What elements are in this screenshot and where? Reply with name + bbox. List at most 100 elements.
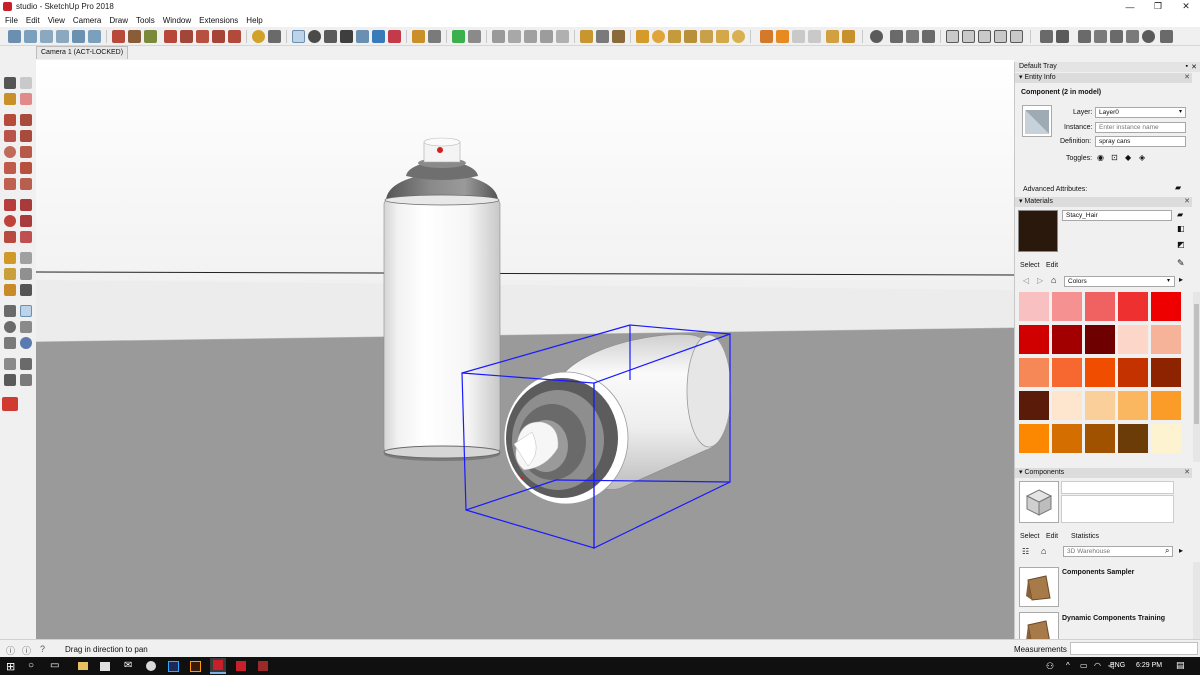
color-swatch[interactable] [1118, 292, 1148, 321]
look-around-icon[interactable] [20, 358, 32, 370]
color-swatch[interactable] [1118, 325, 1148, 354]
walk-icon[interactable] [4, 374, 16, 386]
iso-view-icon[interactable] [8, 30, 21, 43]
monochrome-style-icon[interactable] [388, 30, 401, 43]
components-sampler-thumbnail[interactable] [1019, 567, 1059, 607]
color-swatch[interactable] [1085, 391, 1115, 420]
photoshop-icon[interactable] [168, 661, 179, 672]
tape-measure-icon[interactable] [4, 252, 16, 264]
default-material-icon[interactable]: ◧ [1177, 224, 1185, 233]
maximize-button[interactable]: ❐ [1144, 0, 1172, 13]
component-name-field[interactable] [1061, 481, 1174, 494]
pan-hand-icon[interactable] [20, 305, 32, 317]
back-view-icon[interactable] [72, 30, 85, 43]
materials-scrollbar[interactable] [1193, 292, 1200, 462]
color-swatch[interactable] [1052, 424, 1082, 453]
cast-shadow-icon[interactable]: ◆ [1125, 153, 1131, 162]
color-swatch[interactable] [1085, 292, 1115, 321]
zoom-window-icon[interactable] [20, 321, 32, 333]
layout-icon[interactable] [1010, 30, 1023, 43]
menu-tools[interactable]: Tools [136, 16, 155, 25]
info-icon[interactable]: ⓘ [6, 644, 15, 657]
color-swatch[interactable] [1085, 325, 1115, 354]
make-component-icon[interactable] [20, 77, 32, 89]
tape-measure-icon[interactable] [636, 30, 649, 43]
sandbox-tool-icon[interactable] [428, 30, 441, 43]
sandbox-tool-icon[interactable] [412, 30, 425, 43]
create-material-icon[interactable]: ▰ [1177, 210, 1183, 219]
warehouse-search-input[interactable]: 3D Warehouse [1063, 546, 1173, 557]
axes-icon[interactable] [4, 284, 16, 296]
3pt-arc-icon[interactable] [4, 178, 16, 190]
layout-icon[interactable] [962, 30, 975, 43]
search-icon[interactable]: ○ [28, 660, 34, 671]
people-icon[interactable]: ⚇ [1046, 661, 1054, 672]
solid-tool-icon[interactable] [212, 30, 225, 43]
dimension-icon[interactable] [668, 30, 681, 43]
notifications-icon[interactable]: ▤ [1176, 660, 1185, 671]
menu-edit[interactable]: Edit [26, 16, 40, 25]
outliner-icon[interactable] [1040, 30, 1053, 43]
sandbox-tool-icon[interactable] [524, 30, 537, 43]
section-plane-icon[interactable] [20, 374, 32, 386]
hidden-line-style-icon[interactable] [340, 30, 353, 43]
solid-tool-icon[interactable] [164, 30, 177, 43]
textured-style-icon[interactable] [372, 30, 385, 43]
color-swatch[interactable] [1085, 358, 1115, 387]
menu-file[interactable]: File [5, 16, 18, 25]
materials-tab-edit[interactable]: Edit [1046, 262, 1058, 269]
component-preview[interactable] [1019, 481, 1059, 523]
forward-arrow-icon[interactable]: ▷ [1037, 276, 1043, 285]
cube-view-icon[interactable] [1160, 30, 1173, 43]
sandbox-tool-icon[interactable] [508, 30, 521, 43]
position-camera-icon[interactable] [4, 358, 16, 370]
menu-view[interactable]: View [48, 16, 65, 25]
tray-close-icon[interactable]: ✕ [1191, 63, 1197, 71]
scene-tab-camera-1[interactable]: Camera 1 (ACT-LOCKED) [36, 46, 129, 59]
2pt-arc-icon[interactable] [20, 162, 32, 174]
advanced-attributes-icon[interactable]: ▰ [1175, 183, 1181, 192]
layout-app-icon[interactable] [236, 661, 246, 671]
instance-input[interactable]: Enter instance name [1095, 122, 1186, 133]
back-edges-style-icon[interactable] [308, 30, 321, 43]
solid-tool-icon[interactable] [228, 30, 241, 43]
arc-icon[interactable] [4, 162, 16, 174]
warehouse-icon[interactable] [468, 30, 481, 43]
orbit-icon[interactable] [4, 305, 16, 317]
sandbox-tool-icon[interactable] [556, 30, 569, 43]
scrollbar-thumb[interactable] [1194, 304, 1199, 424]
position-camera-icon[interactable] [842, 30, 855, 43]
network-icon[interactable]: ◠ [1094, 661, 1101, 670]
material-preview[interactable] [1018, 210, 1058, 252]
components-scrollbar[interactable] [1193, 562, 1200, 639]
component-item-title[interactable]: Dynamic Components Training [1062, 615, 1165, 622]
illustrator-icon[interactable] [190, 661, 201, 672]
left-view-icon[interactable] [88, 30, 101, 43]
protractor-icon[interactable] [652, 30, 665, 43]
components-tab-statistics[interactable]: Statistics [1071, 533, 1099, 540]
right-view-icon[interactable] [56, 30, 69, 43]
style-builder-icon[interactable] [258, 661, 268, 671]
dynamic-components-thumbnail[interactable] [1019, 612, 1059, 639]
close-button[interactable]: ✕ [1172, 0, 1200, 13]
component-tool-icon[interactable] [612, 30, 625, 43]
color-swatch[interactable] [1118, 391, 1148, 420]
color-swatch[interactable] [1019, 358, 1049, 387]
task-view-icon[interactable]: ▭ [50, 660, 59, 671]
solid-tool-icon[interactable] [112, 30, 125, 43]
dynamic-component-icon[interactable] [890, 30, 903, 43]
zoom-extents-icon[interactable] [4, 337, 16, 349]
color-swatch[interactable] [1151, 391, 1181, 420]
geo-location-icon[interactable]: ⓘ [22, 644, 31, 657]
color-swatch[interactable] [1052, 292, 1082, 321]
sandbox-tool-icon[interactable] [492, 30, 505, 43]
xray-style-icon[interactable] [292, 30, 305, 43]
dynamic-component-icon[interactable] [906, 30, 919, 43]
walk-tool-icon[interactable] [826, 30, 839, 43]
entity-info-header[interactable]: ▾ Entity Info ✕ [1015, 73, 1192, 83]
fog-icon[interactable] [1078, 30, 1091, 43]
color-swatch[interactable] [1151, 292, 1181, 321]
color-swatch[interactable] [1151, 358, 1181, 387]
color-swatch[interactable] [1019, 424, 1049, 453]
color-swatch[interactable] [1118, 358, 1148, 387]
